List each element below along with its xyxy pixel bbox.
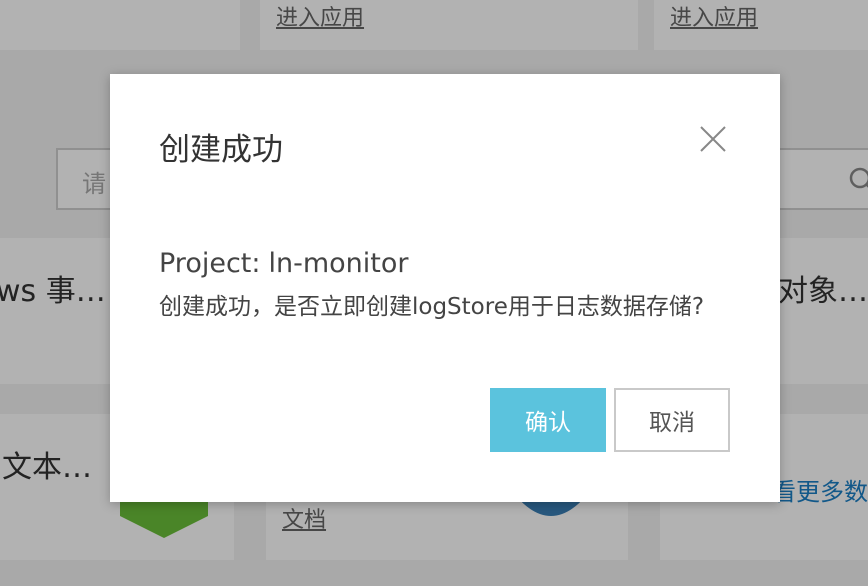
project-label: Project: <box>159 248 261 279</box>
create-success-dialog: 创建成功 Project: ln-monitor 创建成功，是否立即创建logSt… <box>110 74 780 502</box>
dialog-message: 创建成功，是否立即创建logStore用于日志数据存储? <box>159 294 705 320</box>
cancel-button[interactable]: 取消 <box>614 388 730 452</box>
close-icon[interactable] <box>698 124 728 154</box>
project-name: ln-monitor <box>268 248 409 279</box>
project-info: Project: ln-monitor <box>159 248 408 279</box>
confirm-button[interactable]: 确认 <box>490 388 606 452</box>
dialog-title: 创建成功 <box>159 132 283 168</box>
